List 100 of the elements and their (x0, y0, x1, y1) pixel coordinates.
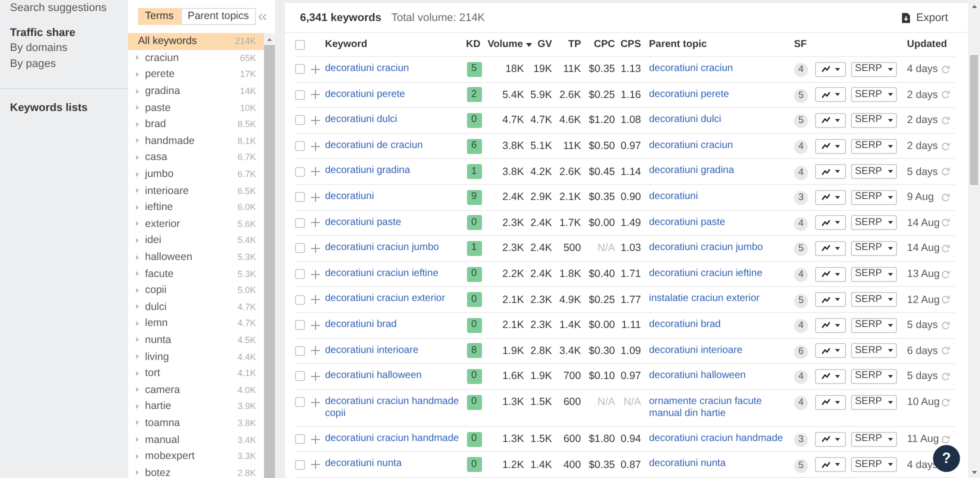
keyword-link[interactable]: decoratiuni craciun exterior (325, 293, 459, 306)
column-header[interactable]: GV (538, 38, 552, 50)
term-item[interactable]: jumbo 6.7K (128, 166, 264, 182)
refresh-icon[interactable] (941, 244, 950, 253)
serp-dropdown[interactable]: SERP (851, 62, 897, 77)
term-item[interactable]: paste 10K (128, 99, 264, 116)
sidebar-link[interactable]: By domains (10, 41, 118, 57)
scrollbar[interactable] (264, 33, 275, 478)
expand-icon[interactable] (136, 304, 139, 310)
topic-link[interactable]: decoratiuni halloween (649, 370, 786, 382)
serp-dropdown[interactable]: SERP (851, 432, 897, 447)
trend-dropdown[interactable] (815, 457, 846, 472)
topic-link[interactable]: decoratiuni craciun ieftine (649, 268, 786, 280)
serp-dropdown[interactable]: SERP (851, 215, 897, 230)
tab[interactable]: Parent topics (180, 8, 256, 25)
trend-dropdown[interactable] (815, 394, 846, 410)
term-item[interactable]: ieftine 6.0K (128, 198, 264, 216)
checkbox[interactable] (295, 192, 305, 202)
refresh-icon[interactable] (941, 346, 950, 356)
checkbox[interactable] (295, 269, 305, 280)
plus-icon[interactable] (311, 398, 320, 407)
serp-dropdown[interactable]: SERP (851, 343, 897, 358)
keyword-link[interactable]: decoratiuni nunta (325, 458, 459, 470)
term-item[interactable]: craciun 65K (128, 50, 264, 66)
expand-icon[interactable] (136, 172, 139, 177)
serp-dropdown[interactable]: SERP (851, 138, 897, 154)
column-header[interactable]: Keyword (325, 38, 368, 50)
refresh-icon[interactable] (941, 398, 950, 407)
trend-dropdown[interactable] (815, 112, 846, 128)
serp-dropdown[interactable]: SERP (851, 394, 897, 410)
refresh-icon[interactable] (941, 320, 950, 330)
term-item[interactable]: handmade 8.1K (128, 132, 264, 150)
checkbox[interactable] (295, 434, 305, 444)
topic-link[interactable]: decoratiuni interioare (649, 344, 786, 357)
export-button[interactable]: Export (902, 10, 948, 24)
keyword-link[interactable]: decoratiuni craciun (325, 63, 459, 75)
plus-icon[interactable] (311, 218, 320, 228)
expand-icon[interactable] (136, 354, 139, 360)
trend-dropdown[interactable] (815, 62, 846, 77)
checkbox[interactable] (295, 64, 305, 74)
expand-icon[interactable] (136, 204, 139, 210)
trend-dropdown[interactable] (815, 240, 846, 256)
term-item[interactable]: tort 4.1K (128, 364, 264, 382)
expand-icon[interactable] (136, 238, 139, 243)
expand-icon[interactable] (136, 337, 139, 342)
refresh-icon[interactable] (941, 64, 950, 74)
expand-icon[interactable] (136, 154, 139, 160)
topic-link[interactable]: decoratiuni craciun (649, 63, 786, 75)
keyword-link[interactable]: decoratiuni craciun handmade (325, 432, 459, 445)
term-item[interactable]: exterior 5.6K (128, 216, 264, 232)
expand-icon[interactable] (136, 55, 139, 60)
serp-dropdown[interactable]: SERP (851, 292, 897, 308)
refresh-icon[interactable] (941, 142, 950, 151)
expand-icon[interactable] (136, 72, 139, 77)
checkbox[interactable] (295, 141, 305, 152)
term-item[interactable]: botez 2.8K (128, 464, 264, 478)
checkbox[interactable] (295, 460, 305, 470)
term-item[interactable]: living 4.4K (128, 348, 264, 365)
serp-dropdown[interactable]: SERP (851, 87, 897, 102)
plus-icon[interactable] (311, 64, 320, 74)
keyword-link[interactable]: decoratiuni interioare (325, 344, 459, 357)
trend-dropdown[interactable] (815, 292, 846, 308)
term-item[interactable]: interioare 6.5K (128, 182, 264, 199)
checkbox[interactable] (295, 397, 305, 408)
plus-icon[interactable] (311, 295, 320, 304)
scroll-up-icon[interactable] (972, 4, 976, 8)
serp-dropdown[interactable]: SERP (851, 164, 897, 180)
serp-dropdown[interactable]: SERP (851, 240, 897, 256)
trend-dropdown[interactable] (815, 318, 846, 333)
checkbox[interactable] (295, 320, 305, 330)
term-item[interactable]: All keywords 214K (128, 33, 264, 50)
topic-link[interactable]: instalatie craciun exterior (649, 293, 786, 306)
sidebar-link[interactable]: Search suggestions (10, 1, 118, 17)
plus-icon[interactable] (311, 460, 320, 470)
checkbox[interactable] (295, 243, 305, 254)
plus-icon[interactable] (311, 116, 320, 125)
trend-dropdown[interactable] (815, 190, 846, 205)
keyword-link[interactable]: decoratiuni craciun jumbo (325, 242, 459, 254)
serp-dropdown[interactable]: SERP (851, 112, 897, 128)
term-item[interactable]: hartie 3.9K (128, 398, 264, 415)
plus-icon[interactable] (311, 90, 320, 100)
keyword-link[interactable]: decoratiuni dulci (325, 114, 459, 126)
plus-icon[interactable] (311, 192, 320, 202)
topic-link[interactable]: decoratiuni craciun handmade (649, 432, 786, 445)
refresh-icon[interactable] (941, 372, 950, 381)
topic-link[interactable]: decoratiuni craciun jumbo (649, 242, 786, 254)
scrollbar[interactable] (968, 0, 980, 478)
column-header[interactable]: Volume (488, 38, 532, 50)
expand-icon[interactable] (136, 254, 139, 260)
sort-icon[interactable] (526, 42, 532, 46)
topic-link[interactable]: ornamente craciun facute manual din hartie (649, 396, 786, 420)
term-item[interactable]: copii 5.0K (128, 282, 264, 298)
sidebar-link[interactable]: By pages (10, 57, 118, 73)
expand-icon[interactable] (136, 288, 139, 293)
term-item[interactable]: nunta 4.5K (128, 332, 264, 348)
topic-link[interactable]: decoratiuni (649, 190, 786, 203)
plus-icon[interactable] (311, 434, 320, 444)
expand-icon[interactable] (136, 105, 139, 110)
expand-icon[interactable] (136, 404, 139, 409)
checkbox[interactable] (295, 40, 305, 50)
